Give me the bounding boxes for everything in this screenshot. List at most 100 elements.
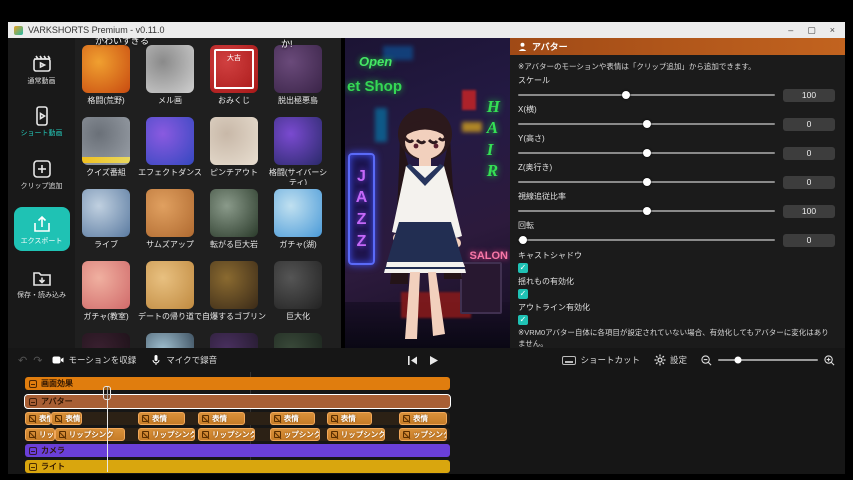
clip-tile[interactable]: ライブ xyxy=(82,189,130,257)
slider-value[interactable]: 0 xyxy=(783,176,835,189)
record-mic-button[interactable]: マイクで録音 xyxy=(150,354,217,366)
clip-tile[interactable]: 格闘(荒野) xyxy=(82,45,130,113)
timeline-zoom-slider[interactable] xyxy=(718,359,818,361)
tile-label: クイズ番組 xyxy=(75,168,138,185)
video-camera-icon xyxy=(52,354,64,366)
skip-to-start-icon[interactable] xyxy=(407,355,418,366)
tile-thumbnail: 大吉 xyxy=(210,45,258,93)
timeline-clip[interactable]: 表情 xyxy=(399,412,447,425)
timeline-tracks: 画面効果アバター表情表情表情表情表情表情表情リップシリップシンクリップシンクリッ… xyxy=(8,372,845,474)
maximize-button[interactable]: ▢ xyxy=(807,22,816,38)
slider-handle[interactable] xyxy=(643,178,651,186)
phone-play-icon xyxy=(31,105,53,127)
playhead[interactable] xyxy=(107,386,108,472)
redo-button[interactable]: ↷ xyxy=(33,354,42,367)
app-window: 通常動画ショート動画クリップ追加エクスポート保存・読み込み かわいすぎる か! … xyxy=(8,38,845,474)
settings-button[interactable]: 設定 xyxy=(654,354,687,366)
checkbox[interactable]: ✓ xyxy=(518,315,528,325)
checkbox[interactable]: ✓ xyxy=(518,263,528,273)
zoom-in-icon[interactable] xyxy=(824,355,835,366)
timeline-clip[interactable]: 表情 xyxy=(198,412,245,425)
track-label: アバター xyxy=(41,396,73,407)
close-button[interactable]: × xyxy=(830,22,835,38)
timeline-clip[interactable]: 表情 xyxy=(327,412,372,425)
slider-handle[interactable] xyxy=(643,207,651,215)
sidebar-item-2[interactable]: クリップ追加 xyxy=(14,155,70,194)
slider-handle[interactable] xyxy=(643,120,651,128)
track-bar[interactable]: カメラ xyxy=(25,444,450,457)
track-bar[interactable]: アバター xyxy=(25,395,450,408)
clip-tile[interactable]: エフェクトダンス xyxy=(146,117,194,185)
clip-tile[interactable] xyxy=(210,333,258,348)
tile-label: 脱出極悪島 xyxy=(266,96,330,113)
sidebar-item-3[interactable]: エクスポート xyxy=(14,207,70,250)
timeline-clip[interactable]: リップシンク xyxy=(138,428,195,441)
sidebar-item-label: エクスポート xyxy=(21,238,63,246)
clip-tile[interactable]: 格闘(サイバーシティ) xyxy=(274,117,322,185)
timeline-clip[interactable]: ップシンク xyxy=(270,428,320,441)
tile-label: メル画 xyxy=(138,96,202,113)
clip-tile[interactable] xyxy=(82,333,130,348)
sidebar-item-4[interactable]: 保存・読み込み xyxy=(14,264,70,303)
clip-tile[interactable]: 脱出極悪島 xyxy=(274,45,322,113)
clip-tile[interactable]: メル画 xyxy=(146,45,194,113)
minimize-button[interactable]: – xyxy=(788,22,793,38)
slider-5[interactable] xyxy=(518,239,775,241)
clip-tile[interactable]: ピンチアウト xyxy=(210,117,258,185)
slider-value[interactable]: 0 xyxy=(783,234,835,247)
slider-handle[interactable] xyxy=(622,91,630,99)
timeline-clip[interactable]: リップシンク xyxy=(55,428,125,441)
checkbox[interactable]: ✓ xyxy=(518,289,528,299)
playhead-handle[interactable] xyxy=(103,386,111,400)
slider-1[interactable] xyxy=(518,123,775,125)
clip-tile[interactable]: サムズアップ xyxy=(146,189,194,257)
clip-tile[interactable]: クイズ番組 xyxy=(82,117,130,185)
timeline-clip[interactable]: 表情 xyxy=(138,412,185,425)
slider-value[interactable]: 0 xyxy=(783,147,835,160)
clip-tile[interactable]: 転がる巨大岩 xyxy=(210,189,258,257)
slider-2[interactable] xyxy=(518,152,775,154)
timeline-clip[interactable]: 表情 xyxy=(51,412,82,425)
tile-thumbnail xyxy=(210,189,258,237)
play-button-icon[interactable] xyxy=(428,355,439,366)
track-bar[interactable]: ライト xyxy=(25,460,450,473)
clip-tile[interactable]: ガチャ(湖) xyxy=(274,189,322,257)
sidebar-item-1[interactable]: ショート動画 xyxy=(14,102,70,141)
tile-thumbnail xyxy=(82,189,130,237)
track-bar[interactable]: 画面効果 xyxy=(25,377,450,390)
clip-tile[interactable]: 巨大化 xyxy=(274,261,322,329)
tile-label: 転がる巨大岩 xyxy=(202,240,266,257)
tile-thumbnail xyxy=(210,333,258,348)
avatar-preview[interactable]: Open et Shop HAIR SALON JAZZ xyxy=(341,38,510,348)
timeline-clip[interactable]: リップシンク xyxy=(327,428,385,441)
clip-tile[interactable] xyxy=(146,333,194,348)
slider-3[interactable] xyxy=(518,181,775,183)
timeline-clip[interactable]: リップシ xyxy=(25,428,55,441)
clip-tile[interactable] xyxy=(274,333,322,348)
clip-tile[interactable]: デートの帰り道で xyxy=(146,261,194,329)
clip-tile[interactable]: 大吉おみくじ xyxy=(210,45,258,113)
slider-value[interactable]: 100 xyxy=(783,89,835,102)
clip-tile[interactable]: 自爆するゴブリン xyxy=(210,261,258,329)
slider-value[interactable]: 0 xyxy=(783,118,835,131)
slider-4[interactable] xyxy=(518,210,775,212)
tile-label: おみくじ xyxy=(202,96,266,113)
slider-0[interactable] xyxy=(518,94,775,96)
timeline-clip[interactable]: リップシンク xyxy=(198,428,255,441)
timeline-clip[interactable]: 表情 xyxy=(25,412,51,425)
zoom-out-icon[interactable] xyxy=(701,355,712,366)
tile-thumbnail xyxy=(82,261,130,309)
clip-icon xyxy=(331,431,338,438)
timeline-clip[interactable]: 表情 xyxy=(270,412,315,425)
sidebar-item-0[interactable]: 通常動画 xyxy=(14,50,70,89)
timeline-clip[interactable]: ップシンク xyxy=(399,428,447,441)
toast-text: か! xyxy=(281,38,293,50)
undo-button[interactable]: ↶ xyxy=(18,354,27,367)
slider-handle[interactable] xyxy=(519,236,527,244)
clip-tile[interactable]: ガチャ(教室) xyxy=(82,261,130,329)
slider-value[interactable]: 100 xyxy=(783,205,835,218)
clip-icon xyxy=(202,415,209,422)
slider-handle[interactable] xyxy=(643,149,651,157)
shortcut-button[interactable]: ショートカット xyxy=(562,354,640,366)
record-motion-button[interactable]: モーションを収録 xyxy=(52,354,136,366)
